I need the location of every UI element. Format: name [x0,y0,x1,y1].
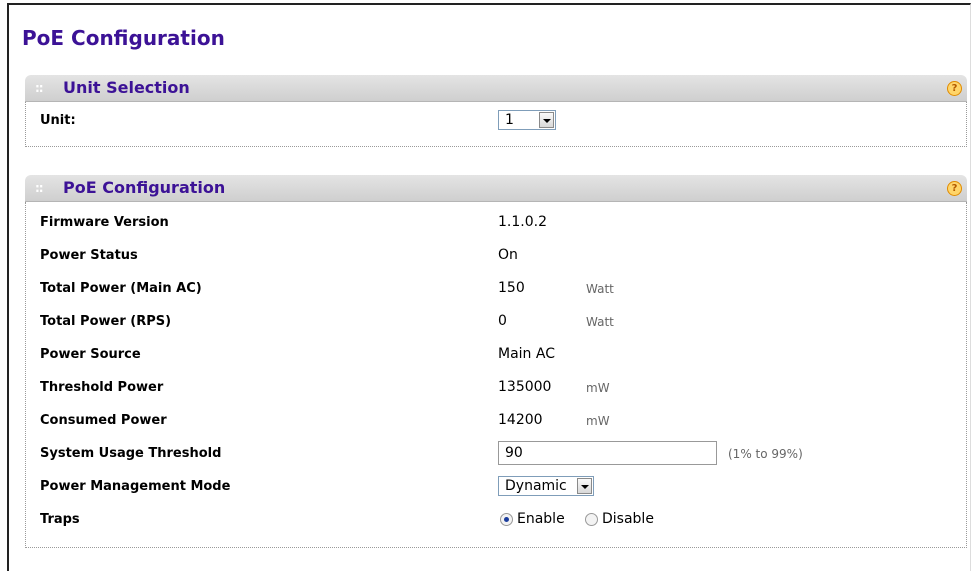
threshold-power-unit: mW [586,381,610,395]
unit-select-value: 1 [505,112,514,128]
power-management-mode-label: Power Management Mode [40,479,231,494]
consumed-power-row: Consumed Power 14200 mW [26,404,966,437]
total-power-rps-row: Total Power (RPS) 0 Watt [26,305,966,338]
power-management-mode-value: Dynamic [505,478,567,494]
system-usage-threshold-label: System Usage Threshold [40,446,222,461]
page-title: PoE Configuration [22,26,225,50]
power-source-row: Power Source Main AC [26,338,966,371]
help-icon[interactable]: ? [947,181,962,196]
power-source-label: Power Source [40,347,141,362]
unit-select[interactable]: 1 [498,110,556,130]
traps-disable-radio[interactable] [585,513,598,526]
total-power-main-row: Total Power (Main AC) 150 Watt [26,272,966,305]
total-power-rps-label: Total Power (RPS) [40,314,172,329]
unit-selection-header: :: Unit Selection ? [25,75,967,102]
help-icon[interactable]: ? [947,81,962,96]
total-power-main-value: 150 [498,280,525,296]
unit-label: Unit: [40,113,76,128]
system-usage-threshold-row: System Usage Threshold (1% to 99%) [26,437,966,470]
system-usage-threshold-input[interactable] [498,441,717,465]
total-power-main-unit: Watt [586,282,614,296]
chevron-down-icon[interactable] [539,112,554,128]
system-usage-threshold-range: (1% to 99%) [728,447,803,461]
threshold-power-row: Threshold Power 135000 mW [26,371,966,404]
power-status-value: On [498,247,518,263]
threshold-power-value: 135000 [498,379,552,395]
traps-disable-label[interactable]: Disable [602,511,654,527]
consumed-power-label: Consumed Power [40,413,167,428]
poe-configuration-header: :: PoE Configuration ? [25,175,967,202]
power-status-label: Power Status [40,248,138,263]
consumed-power-value: 14200 [498,412,543,428]
section-title: Unit Selection [63,78,190,97]
firmware-version-value: 1.1.0.2 [498,214,547,230]
firmware-version-row: Firmware Version 1.1.0.2 [26,206,966,239]
power-management-mode-row: Power Management Mode Dynamic [26,470,966,503]
total-power-rps-unit: Watt [586,315,614,329]
firmware-version-label: Firmware Version [40,215,169,230]
total-power-main-label: Total Power (Main AC) [40,281,202,296]
power-management-mode-select[interactable]: Dynamic [498,476,594,496]
chevron-down-icon[interactable] [577,478,592,494]
power-status-row: Power Status On [26,239,966,272]
unit-selection-body: Unit: 1 [25,102,967,147]
section-title: PoE Configuration [63,178,226,197]
traps-row: Traps Enable Disable [26,503,966,536]
poe-configuration-body: Firmware Version 1.1.0.2 Power Status On… [25,202,967,548]
consumed-power-unit: mW [586,414,610,428]
total-power-rps-value: 0 [498,313,507,329]
traps-enable-radio[interactable] [500,513,513,526]
unit-row: Unit: 1 [26,104,966,137]
traps-label: Traps [40,512,80,527]
grip-icon: :: [35,81,44,95]
grip-icon: :: [35,181,44,195]
power-source-value: Main AC [498,346,555,362]
threshold-power-label: Threshold Power [40,380,164,395]
traps-enable-label[interactable]: Enable [517,511,565,527]
